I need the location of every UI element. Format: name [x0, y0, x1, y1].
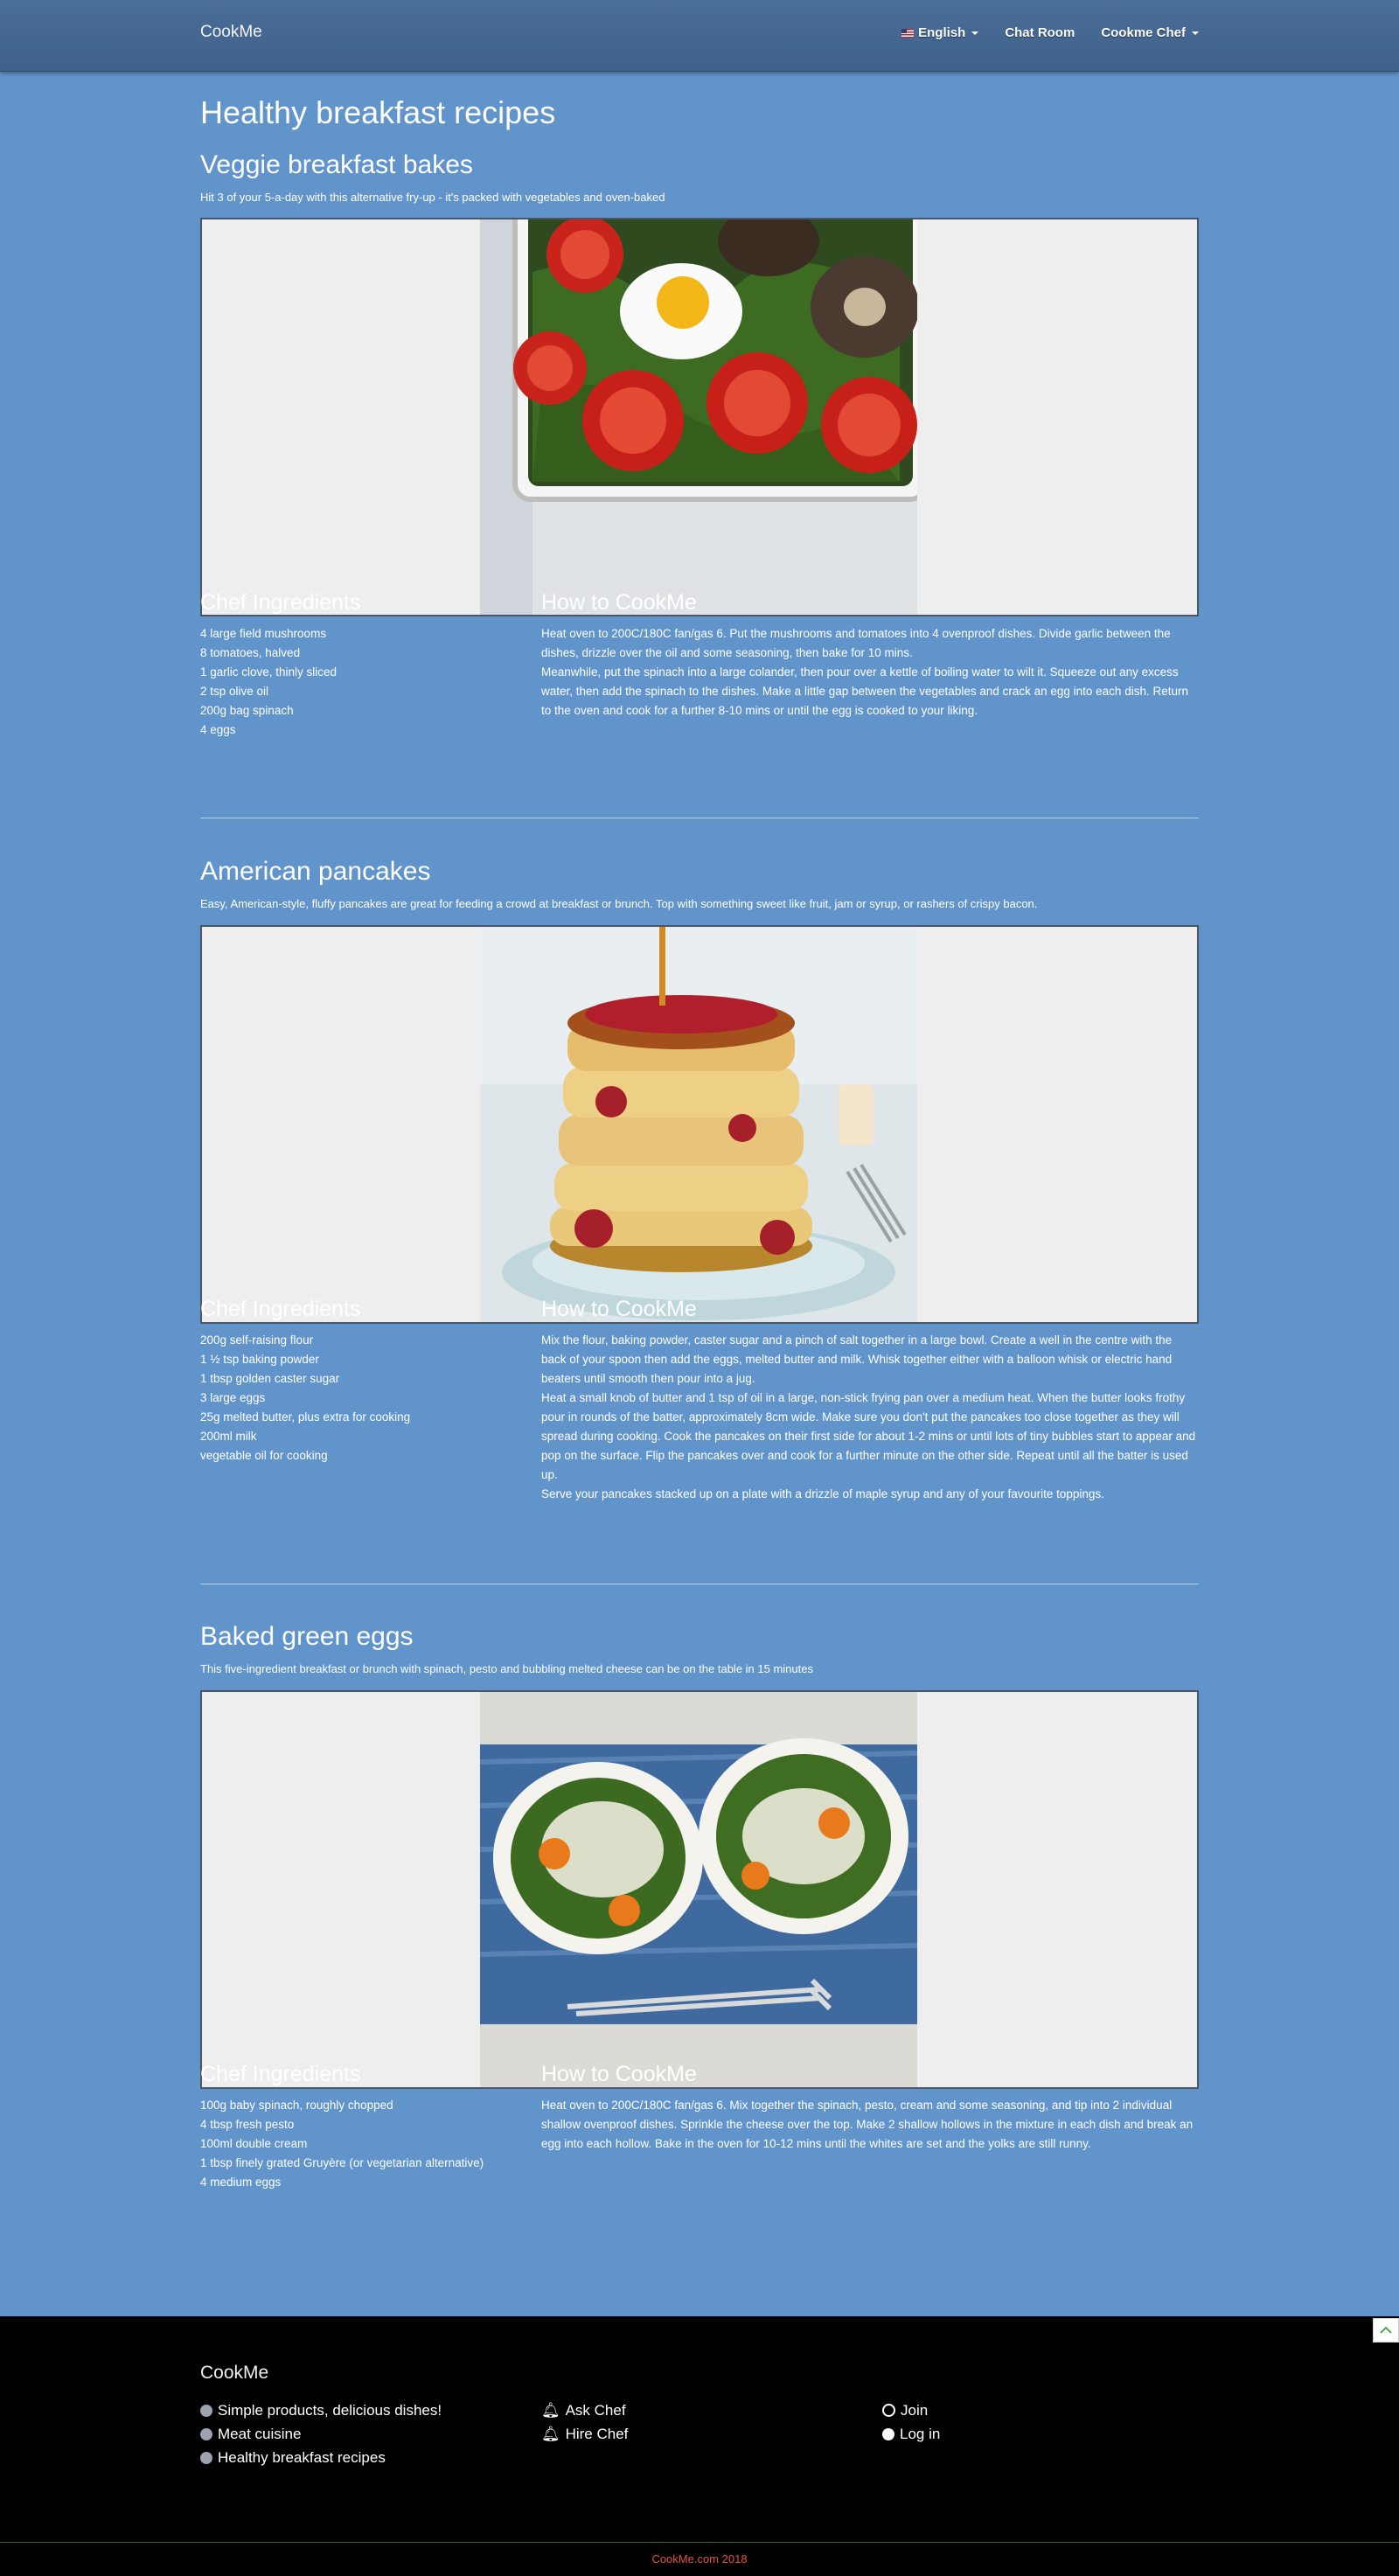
ingredient-item: 4 tbsp fresh pesto [200, 2118, 295, 2131]
method-heading: How to CookMe [541, 1297, 697, 1321]
method-column: How to CookMe Heat oven to 200C/180C fan… [541, 2062, 1197, 2154]
ingredients-column: Chef Ingredients 4 large field mushrooms… [200, 590, 524, 740]
ingredients-column: Chef Ingredients 100g baby spinach, roug… [200, 2062, 524, 2192]
method-column: How to CookMe Heat oven to 200C/180C fan… [541, 590, 1197, 721]
ingredient-item: 1 tbsp golden caster sugar [200, 1372, 340, 1385]
user-circle-icon [882, 2404, 895, 2417]
footer-links-chef: 🔔︎ Ask Chef 🔔︎ Hire Chef [541, 2398, 628, 2446]
brand-link[interactable]: CookMe [200, 23, 262, 42]
ingredient-item: 8 tomatoes, halved [200, 646, 301, 659]
footer-link[interactable]: Simple products, delicious dishes! [200, 2398, 442, 2422]
footer-link[interactable]: 🔔︎ Ask Chef [541, 2398, 628, 2422]
recipe-description: This five-ingredient breakfast or brunch… [200, 1662, 813, 1675]
recipe-title: Baked green eggs [200, 1622, 414, 1651]
ingredients-heading: Chef Ingredients [200, 590, 361, 615]
recipe-image-frame [200, 1690, 1199, 2089]
method-heading: How to CookMe [541, 2062, 697, 2086]
method-step: Heat oven to 200C/180C fan/gas 6. Put th… [541, 627, 1171, 659]
nav-links: English Chat Room Cookme Chef [901, 25, 1199, 40]
navbar: CookMe English Chat Room Cookme Chef [0, 0, 1399, 72]
method-step: Serve your pancakes stacked up on a plat… [541, 1487, 1104, 1500]
ingredient-list: 200g self-raising flour 1 ½ tsp baking p… [200, 1331, 524, 1466]
user-circle-filled-icon [882, 2427, 894, 2440]
recipe-veggie-bakes: Veggie breakfast bakes Hit 3 of your 5-a… [200, 150, 1199, 736]
ingredient-item: 25g melted butter, plus extra for cookin… [200, 1410, 411, 1424]
recipe-description: Easy, American-style, fluffy pancakes ar… [200, 897, 1038, 910]
green-eggs-photo [480, 1692, 917, 2087]
ingredient-item: 2 tsp olive oil [200, 685, 269, 698]
ingredient-item: 1 ½ tsp baking powder [200, 1353, 319, 1366]
ingredient-item: 200g self-raising flour [200, 1333, 314, 1347]
bell-outline-icon: 🔔︎ [541, 2426, 560, 2442]
ingredients-heading: Chef Ingredients [200, 1297, 361, 1321]
scroll-to-top-button[interactable] [1373, 2318, 1399, 2343]
footer-brand: CookMe [200, 2363, 269, 2383]
ingredient-item: 4 large field mushrooms [200, 627, 327, 640]
footer: CookMe Simple products, delicious dishes… [0, 2316, 1399, 2576]
ingredient-item: 200g bag spinach [200, 704, 294, 717]
chef-menu-label: Cookme Chef [1101, 25, 1186, 40]
ingredient-list: 4 large field mushrooms 8 tomatoes, halv… [200, 624, 524, 740]
ingredient-list: 100g baby spinach, roughly chopped 4 tbs… [200, 2096, 524, 2192]
page-title: Healthy breakfast recipes [200, 94, 556, 130]
language-label: English [918, 25, 966, 40]
ingredient-item: 4 eggs [200, 723, 236, 736]
footer-links-recipes: Simple products, delicious dishes! Meat … [200, 2398, 442, 2469]
ingredient-item: 1 tbsp finely grated Gruyère (or vegetar… [200, 2156, 484, 2169]
footer-link[interactable]: Healthy breakfast recipes [200, 2446, 442, 2469]
us-flag-icon [901, 28, 915, 38]
globe-icon [200, 2404, 212, 2417]
caret-down-icon [971, 31, 979, 35]
caret-down-icon [1192, 31, 1199, 35]
recipe-image-frame [200, 218, 1199, 616]
chevron-up-icon [1380, 2326, 1392, 2334]
recipe-baked-green-eggs: Baked green eggs This five-ingredient br… [200, 1622, 1199, 2189]
footer-link[interactable]: Join [882, 2398, 940, 2422]
method-step: Heat oven to 200C/180C fan/gas 6. Mix to… [541, 2099, 1194, 2150]
footer-links-account: Join Log in [882, 2398, 940, 2446]
method-column: How to CookMe Mix the flour, baking powd… [541, 1297, 1197, 1504]
ingredients-heading: Chef Ingredients [200, 2062, 361, 2086]
ingredient-item: 1 garlic clove, thinly sliced [200, 665, 338, 679]
recipe-image-frame [200, 925, 1199, 1324]
bell-icon: 🔔︎ [541, 2402, 560, 2419]
method-heading: How to CookMe [541, 590, 697, 615]
ingredient-item: 3 large eggs [200, 1391, 266, 1404]
recipe-description: Hit 3 of your 5-a-day with this alternat… [200, 191, 665, 204]
ingredient-item: vegetable oil for cooking [200, 1449, 328, 1462]
ingredients-column: Chef Ingredients 200g self-raising flour… [200, 1297, 524, 1466]
recipe-american-pancakes: American pancakes Easy, American-style, … [200, 857, 1199, 1500]
chef-menu-dropdown[interactable]: Cookme Chef [1101, 25, 1199, 40]
method-step: Mix the flour, baking powder, caster sug… [541, 1333, 1173, 1385]
globe-icon [200, 2451, 212, 2464]
ingredient-item: 4 medium eggs [200, 2176, 282, 2189]
method-step: Meanwhile, put the spinach into a large … [541, 665, 1188, 717]
globe-icon [200, 2427, 212, 2440]
footer-link[interactable]: Meat cuisine [200, 2422, 442, 2446]
ingredient-item: 200ml milk [200, 1430, 257, 1443]
footer-link[interactable]: 🔔︎ Hire Chef [541, 2422, 628, 2446]
footer-divider [0, 2542, 1399, 2543]
veggie-bake-photo [480, 219, 917, 615]
recipe-title: American pancakes [200, 857, 431, 886]
ingredient-item: 100ml double cream [200, 2137, 308, 2150]
recipe-title: Veggie breakfast bakes [200, 150, 473, 179]
ingredient-item: 100g baby spinach, roughly chopped [200, 2099, 393, 2112]
pancakes-photo [480, 927, 917, 1322]
language-dropdown[interactable]: English [901, 25, 979, 40]
footer-link[interactable]: Log in [882, 2422, 940, 2446]
copyright: CookMe.com 2018 [651, 2552, 748, 2566]
chat-room-link[interactable]: Chat Room [1005, 25, 1075, 40]
method-step: Heat a small knob of butter and 1 tsp of… [541, 1391, 1196, 1481]
